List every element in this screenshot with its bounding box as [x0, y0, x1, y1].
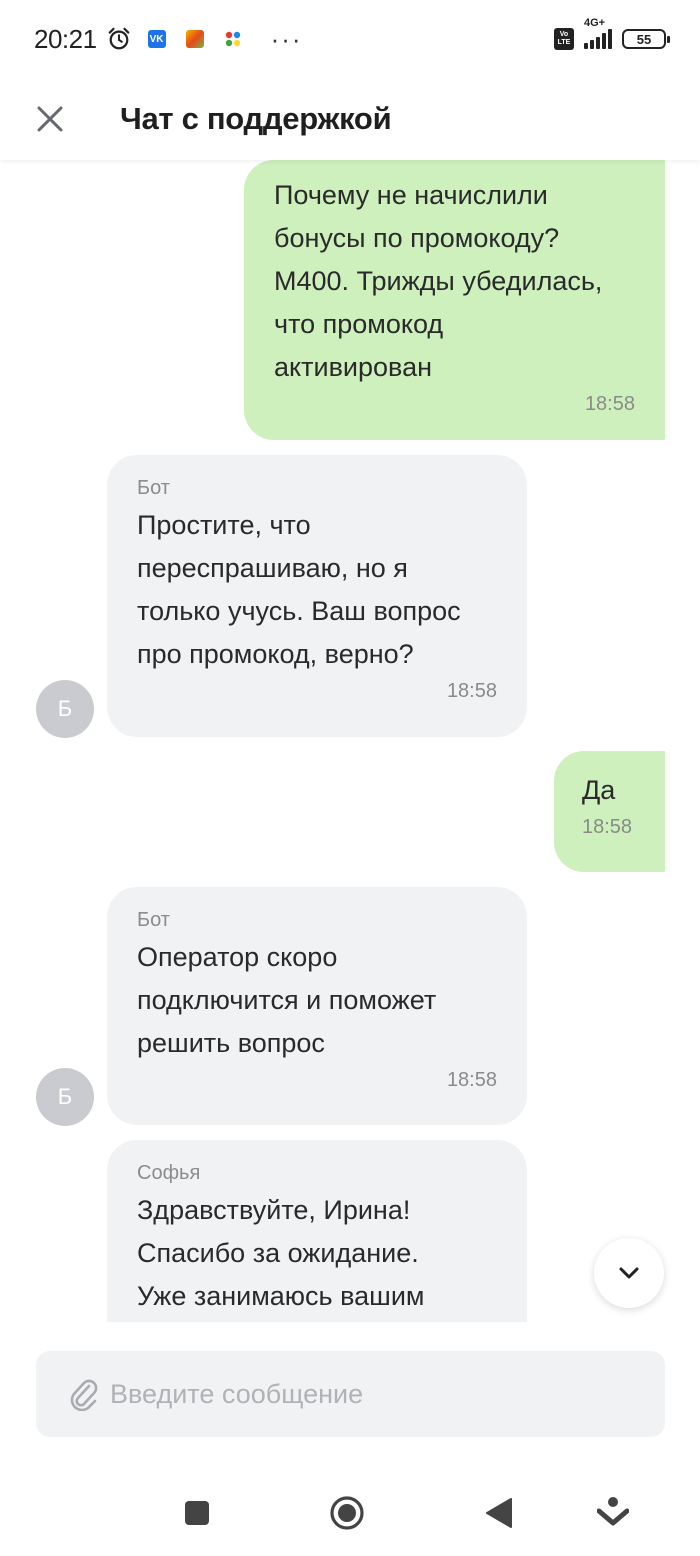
- alarm-icon: [107, 27, 131, 51]
- status-time: 20:21: [34, 23, 97, 54]
- square-icon: [185, 1501, 209, 1525]
- incoming-message[interactable]: Софья Здравствуйте, Ирина! Спасибо за ож…: [107, 1140, 527, 1322]
- message-text: Оператор скоро подключится и поможет реш…: [137, 942, 437, 1058]
- message-time: 18:58: [582, 816, 633, 838]
- message-time: 18:58: [446, 1069, 497, 1091]
- circle-icon: [330, 1496, 364, 1530]
- incoming-message[interactable]: Бот Простите, что переспрашиваю, но я то…: [107, 455, 527, 737]
- triangle-back-icon: [486, 1498, 512, 1528]
- close-button[interactable]: [20, 89, 80, 149]
- network-type: 4G+: [584, 17, 606, 29]
- battery-icon: 55: [622, 29, 670, 49]
- message-sender: Бот: [137, 909, 170, 931]
- chat-header: Чат с поддержкой: [0, 78, 700, 160]
- incoming-message[interactable]: Бот Оператор скоро подключится и поможет…: [107, 887, 527, 1125]
- message-text: Да: [582, 775, 616, 805]
- outgoing-message[interactable]: Почему не начислили бонусы по промокоду?…: [244, 160, 665, 440]
- attach-button[interactable]: [60, 1370, 108, 1418]
- page-title: Чат с поддержкой: [120, 101, 392, 136]
- message-text: Простите, что переспрашиваю, но я только…: [137, 510, 461, 669]
- avatar: Б: [36, 1068, 94, 1126]
- chevron-down-icon: [619, 1267, 639, 1279]
- message-time: 18:58: [446, 680, 497, 702]
- app-notification-icon: [183, 27, 207, 51]
- message-sender: Бот: [137, 477, 170, 499]
- paperclip-icon: [70, 1379, 98, 1411]
- vk-label: VK: [147, 30, 166, 48]
- message-text: Здравствуйте, Ирина! Спасибо за ожидание…: [137, 1195, 425, 1311]
- close-icon: [37, 106, 63, 132]
- more-notifications-icon: ···: [270, 24, 303, 54]
- message-list[interactable]: Почему не начислили бонусы по промокоду?…: [0, 160, 700, 1322]
- battery-level: 55: [636, 31, 652, 47]
- avatar: Б: [36, 680, 94, 738]
- assistant-button[interactable]: [596, 1494, 630, 1530]
- home-button[interactable]: [328, 1494, 366, 1532]
- message-composer: [36, 1351, 665, 1437]
- notification-icons: VK ···: [107, 24, 303, 54]
- message-sender: Софья: [137, 1162, 201, 1184]
- assistant-icon: [597, 1497, 629, 1526]
- message-time: 18:58: [584, 393, 635, 415]
- dots-app-icon: [221, 27, 245, 51]
- outgoing-message[interactable]: Да 18:58: [554, 751, 665, 872]
- volte-icon: Vo LTE: [554, 28, 574, 50]
- back-button[interactable]: [484, 1496, 514, 1530]
- message-input[interactable]: [110, 1378, 630, 1410]
- recents-button[interactable]: [180, 1496, 214, 1530]
- message-text: Почему не начислили бонусы по промокоду?…: [274, 180, 603, 382]
- system-status: Vo LTE 4G+ 55: [554, 17, 670, 50]
- scroll-down-button[interactable]: [594, 1238, 664, 1308]
- signal-icon: 4G+: [584, 17, 612, 49]
- status-bar: 20:21 VK ··· Vo LTE 4G+ 55: [0, 0, 700, 78]
- vk-icon: VK: [145, 27, 169, 51]
- system-nav-bar: [0, 1470, 700, 1556]
